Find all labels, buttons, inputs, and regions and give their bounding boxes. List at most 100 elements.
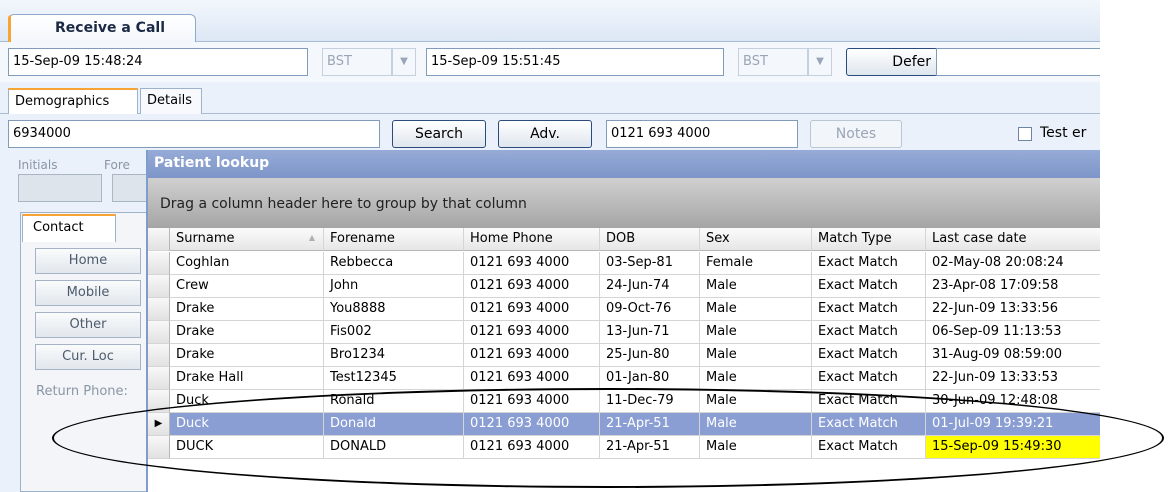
sort-ascending-icon: ▲ xyxy=(308,233,315,242)
cell-forename: Fis002 xyxy=(324,321,464,344)
mobile-button[interactable]: Mobile xyxy=(35,280,141,306)
cell-surname: Drake xyxy=(170,344,324,367)
other-button[interactable]: Other xyxy=(35,312,141,338)
cell-forename: DONALD xyxy=(324,436,464,459)
cell-forename: You8888 xyxy=(324,298,464,321)
patient-lookup-window: Patient lookup Drag a column header here… xyxy=(146,150,1100,492)
notes-button: Notes xyxy=(810,120,902,148)
app-window: Receive a Call 15-Sep-09 15:48:24 BST ▼ … xyxy=(0,0,1100,492)
cell-last-case-date: 01-Jul-09 19:39:21 xyxy=(926,413,1100,436)
search-row: 6934000 Search Adv. 0121 693 4000 Notes … xyxy=(0,116,1100,150)
cell-last-case-date: 15-Sep-09 15:49:30 xyxy=(926,436,1100,459)
cell-surname: DUCK xyxy=(170,436,324,459)
column-header-surname[interactable]: Surname ▲ xyxy=(170,228,324,251)
cell-home-phone: 0121 693 4000 xyxy=(464,275,600,298)
cell-last-case-date: 31-Aug-09 08:59:00 xyxy=(926,344,1100,367)
cell-match-type: Exact Match xyxy=(812,367,926,390)
home-button[interactable]: Home xyxy=(35,248,141,274)
cell-sex: Male xyxy=(700,390,812,413)
row-selector[interactable] xyxy=(148,321,170,344)
initials-label: Initials xyxy=(18,158,58,172)
cell-sex: Male xyxy=(700,367,812,390)
cell-dob: 11-Dec-79 xyxy=(600,390,700,413)
chevron-down-icon: ▼ xyxy=(808,48,832,76)
cell-surname: Drake xyxy=(170,298,324,321)
cell-forename: Donald xyxy=(324,413,464,436)
row-selector[interactable] xyxy=(148,344,170,367)
row-selector[interactable] xyxy=(148,298,170,321)
phone-field[interactable]: 0121 693 4000 xyxy=(606,120,798,148)
column-header-last-case-date[interactable]: Last case date xyxy=(926,228,1100,251)
cell-sex: Female xyxy=(700,252,812,275)
cell-sex: Male xyxy=(700,321,812,344)
cell-surname: Drake xyxy=(170,321,324,344)
start-timezone-select: BST xyxy=(322,48,392,76)
end-timezone-select: BST xyxy=(738,48,808,76)
cell-dob: 01-Jan-80 xyxy=(600,367,700,390)
column-header-forename[interactable]: Forename xyxy=(324,228,464,251)
cell-forename: Ronald xyxy=(324,390,464,413)
cell-dob: 25-Jun-80 xyxy=(600,344,700,367)
cell-last-case-date: 06-Sep-09 11:13:53 xyxy=(926,321,1100,344)
tab-details[interactable]: Details xyxy=(140,88,202,114)
forename-label: Fore xyxy=(104,158,130,172)
advanced-search-button[interactable]: Adv. xyxy=(498,120,592,148)
cell-match-type: Exact Match xyxy=(812,252,926,275)
cell-surname: Drake Hall xyxy=(170,367,324,390)
row-selector[interactable] xyxy=(148,275,170,298)
cell-surname: Duck xyxy=(170,413,324,436)
cell-dob: 03-Sep-81 xyxy=(600,252,700,275)
current-location-button[interactable]: Cur. Loc xyxy=(35,344,141,370)
grid-corner xyxy=(148,228,170,251)
start-datetime-field[interactable]: 15-Sep-09 15:48:24 xyxy=(8,48,308,76)
current-row-arrow-icon[interactable]: ▶ xyxy=(148,413,170,436)
cell-dob: 21-Apr-51 xyxy=(600,413,700,436)
initials-field xyxy=(18,174,102,202)
cell-last-case-date: 22-Jun-09 13:33:56 xyxy=(926,298,1100,321)
cell-home-phone: 0121 693 4000 xyxy=(464,367,600,390)
tab-demographics[interactable]: Demographics xyxy=(8,88,138,114)
cell-sex: Male xyxy=(700,298,812,321)
row-selector[interactable] xyxy=(148,252,170,275)
cell-home-phone: 0121 693 4000 xyxy=(464,413,600,436)
column-header-sex[interactable]: Sex xyxy=(700,228,812,251)
cell-sex: Male xyxy=(700,344,812,367)
test-checkbox-label: Test er xyxy=(1040,125,1087,141)
cell-match-type: Exact Match xyxy=(812,413,926,436)
search-input[interactable]: 6934000 xyxy=(8,120,380,148)
cell-last-case-date: 02-May-08 20:08:24 xyxy=(926,252,1100,275)
patient-grid: Surname ▲ Forename Home Phone DOB Sex Match Ty… xyxy=(148,228,1100,492)
row-selector[interactable] xyxy=(148,436,170,459)
cell-match-type: Exact Match xyxy=(812,321,926,344)
tab-contact[interactable]: Contact xyxy=(22,214,116,242)
cell-dob: 21-Apr-51 xyxy=(600,436,700,459)
cell-home-phone: 0121 693 4000 xyxy=(464,298,600,321)
cell-forename: Rebbecca xyxy=(324,252,464,275)
cell-surname: Crew xyxy=(170,275,324,298)
cell-forename: John xyxy=(324,275,464,298)
test-checkbox[interactable] xyxy=(1018,127,1032,141)
return-phone-label: Return Phone: xyxy=(36,384,128,399)
group-by-area[interactable]: Drag a column header here to group by th… xyxy=(148,178,1100,228)
subtab-strip: Demographics Details xyxy=(0,84,1100,114)
cell-match-type: Exact Match xyxy=(812,436,926,459)
tab-receive-a-call-label: Receive a Call xyxy=(55,20,166,36)
defer-field[interactable] xyxy=(936,48,1100,76)
cell-sex: Male xyxy=(700,436,812,459)
cell-home-phone: 0121 693 4000 xyxy=(464,321,600,344)
row-selector[interactable] xyxy=(148,390,170,413)
cell-surname: Duck xyxy=(170,390,324,413)
chevron-down-icon: ▼ xyxy=(392,48,416,76)
search-button[interactable]: Search xyxy=(392,120,486,148)
tab-receive-a-call[interactable]: Receive a Call xyxy=(8,14,196,43)
column-header-dob[interactable]: DOB xyxy=(600,228,700,251)
end-datetime-field[interactable]: 15-Sep-09 15:51:45 xyxy=(426,48,724,76)
cell-match-type: Exact Match xyxy=(812,298,926,321)
cell-dob: 13-Jun-71 xyxy=(600,321,700,344)
cell-home-phone: 0121 693 4000 xyxy=(464,390,600,413)
defer-button[interactable]: Defer xyxy=(846,48,938,76)
row-selector[interactable] xyxy=(148,367,170,390)
column-header-match-type[interactable]: Match Type xyxy=(812,228,926,251)
column-header-home-phone[interactable]: Home Phone xyxy=(464,228,600,251)
cell-last-case-date: 30-Jun-09 12:48:08 xyxy=(926,390,1100,413)
